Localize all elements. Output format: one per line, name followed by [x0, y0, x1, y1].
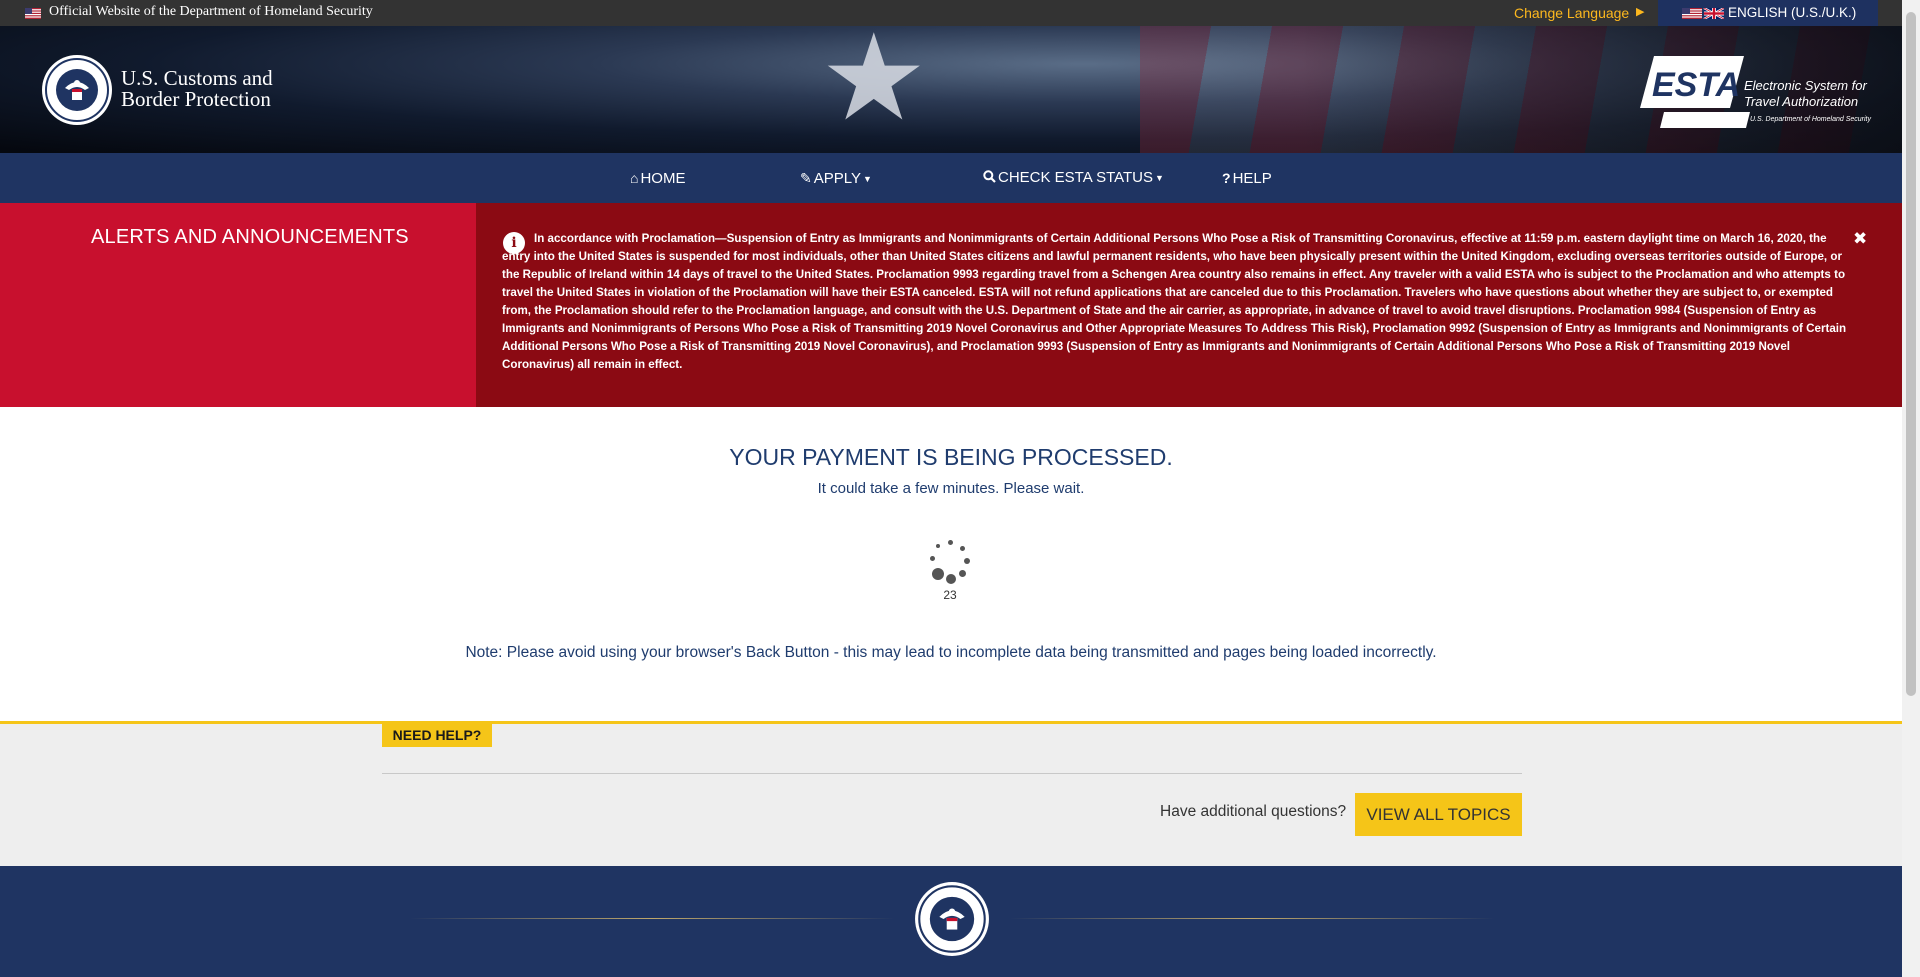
change-language-link[interactable]: Change Language: [1514, 5, 1629, 21]
payment-processing-subtitle: It could take a few minutes. Please wait…: [817, 480, 1085, 497]
need-help-section: [0, 721, 1902, 869]
search-icon: [983, 170, 996, 183]
alerts-title: ALERTS AND ANNOUNCEMENTS: [91, 226, 409, 248]
caret-down-icon: ▼: [1155, 173, 1164, 183]
language-label: ENGLISH (U.S./U.K.): [1728, 5, 1857, 20]
agency-name-line1: U.S. Customs and: [121, 66, 273, 90]
official-website-text: Official Website of the Department of Ho…: [49, 4, 373, 19]
esta-department: U.S. Department of Homeland Security: [1750, 116, 1871, 123]
star-decoration: ★: [820, 26, 928, 145]
dhs-seal-icon[interactable]: [914, 881, 990, 957]
us-uk-flags-icon: [1682, 8, 1724, 19]
nav-check-esta-status[interactable]: CHECK ESTA STATUS ▼: [983, 153, 1164, 203]
loading-spinner: [924, 536, 976, 588]
nav-apply-label: APPLY: [813, 170, 861, 187]
additional-questions-text: Have additional questions?: [1160, 803, 1347, 820]
footer-divider-left: [410, 918, 895, 919]
divider: [382, 773, 1522, 774]
payment-processing-title: YOUR PAYMENT IS BEING PROCESSED.: [729, 444, 1173, 470]
esta-tagline-line1: Electronic System for: [1744, 78, 1867, 93]
view-all-topics-button[interactable]: VIEW ALL TOPICS: [1355, 793, 1522, 836]
need-help-badge: NEED HELP?: [382, 723, 492, 747]
alert-message: In accordance with Proclamation—Suspensi…: [502, 232, 1847, 371]
language-selector[interactable]: ENGLISH (U.S./U.K.): [1658, 0, 1878, 26]
esta-wordmark: ESTA: [1652, 66, 1740, 104]
site-header: ★ U.S. Customs and Border Protection EST…: [0, 26, 1902, 153]
caret-down-icon: ▼: [862, 174, 872, 184]
close-icon[interactable]: ✖: [1853, 229, 1867, 249]
caret-right-icon: ▶: [1636, 6, 1645, 18]
scrollbar-thumb[interactable]: [1906, 12, 1916, 696]
nav-check-label: CHECK ESTA STATUS: [998, 169, 1154, 186]
agency-name-line2: Border Protection: [121, 87, 271, 111]
progress-counter: 23: [943, 588, 957, 602]
footer-divider-right: [1010, 918, 1495, 919]
nav-help[interactable]: ? HELP: [1222, 153, 1272, 203]
page: Official Website of the Department of Ho…: [0, 0, 1902, 977]
agency-name[interactable]: U.S. Customs and Border Protection: [121, 68, 273, 110]
main-nav: ⌂ HOME ✎ APPLY ▼ CHECK ESTA STATUS ▼ ? HELP: [0, 153, 1902, 203]
pencil-icon: ✎: [800, 170, 812, 186]
back-button-note: Note: Please avoid using your browser's …: [465, 644, 1437, 661]
nav-home[interactable]: ⌂ HOME: [630, 153, 685, 203]
official-banner: Official Website of the Department of Ho…: [0, 0, 1902, 26]
nav-home-label: HOME: [640, 170, 686, 187]
esta-logo[interactable]: ESTA Electronic System for Travel Author…: [1638, 52, 1878, 132]
nav-apply[interactable]: ✎ APPLY ▼: [800, 153, 872, 203]
esta-tagline-line2: Travel Authorization: [1744, 94, 1858, 109]
nav-help-label: HELP: [1232, 170, 1272, 187]
dhs-seal-icon[interactable]: [41, 54, 113, 126]
home-icon: ⌂: [630, 170, 639, 186]
page-scrollbar[interactable]: [1902, 0, 1920, 977]
question-icon: ?: [1222, 170, 1231, 186]
us-flag-icon: [25, 8, 41, 19]
